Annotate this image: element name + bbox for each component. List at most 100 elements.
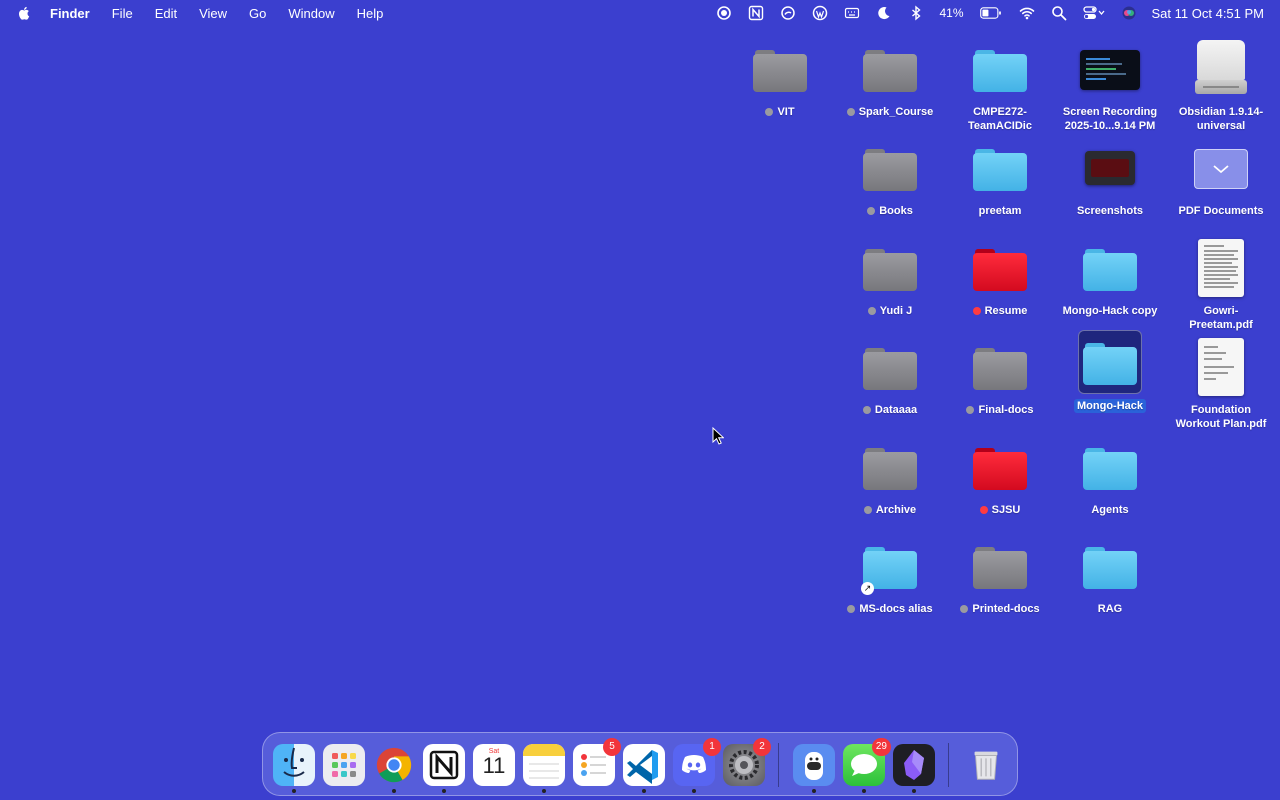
dock-finder[interactable] bbox=[273, 744, 315, 786]
dock-launchpad[interactable] bbox=[323, 744, 365, 786]
desktop-item-yudi-j[interactable]: Yudi J bbox=[835, 235, 945, 318]
desktop-item-cmpe272[interactable]: CMPE272- TeamACIDic bbox=[945, 36, 1055, 133]
notion-icon[interactable] bbox=[747, 4, 765, 22]
dock-obsidian[interactable] bbox=[893, 744, 935, 786]
desktop-item-rag[interactable]: RAG bbox=[1055, 533, 1165, 616]
item-label: Obsidian 1.9.14- bbox=[1178, 106, 1264, 118]
menu-go[interactable]: Go bbox=[249, 6, 266, 21]
running-indicator bbox=[542, 789, 546, 793]
tag-dot bbox=[979, 506, 988, 514]
dock: Sat 11 5 1 2 29 bbox=[262, 732, 1018, 796]
desktop-item-preetam[interactable]: preetam bbox=[945, 135, 1055, 218]
spotlight-search-icon[interactable] bbox=[1050, 4, 1068, 22]
menu-edit[interactable]: Edit bbox=[155, 6, 177, 21]
dock-notion[interactable] bbox=[423, 744, 465, 786]
dock-calendar[interactable]: Sat 11 bbox=[473, 744, 515, 786]
item-label: CMPE272- bbox=[973, 106, 1027, 118]
item-label: Mongo-Hack copy bbox=[1062, 305, 1158, 317]
settings-badge: 2 bbox=[753, 738, 771, 756]
tag-dot bbox=[966, 406, 975, 414]
dock-trash[interactable] bbox=[965, 744, 1007, 786]
folder-icon bbox=[968, 36, 1032, 100]
item-label: Gowri- bbox=[1203, 305, 1239, 317]
item-label-line2: Workout Plan.pdf bbox=[1175, 418, 1267, 430]
menu-app-name[interactable]: Finder bbox=[50, 6, 90, 21]
item-label-line2: 2025-10...9.14 PM bbox=[1064, 120, 1156, 132]
desktop-item-archive[interactable]: Archive bbox=[835, 434, 945, 517]
tag-dot bbox=[972, 307, 981, 315]
desktop-item-foundation-workout-pdf[interactable]: Foundation Workout Plan.pdf bbox=[1166, 334, 1276, 431]
desktop-item-printed-docs[interactable]: Printed-docs bbox=[945, 533, 1055, 616]
disk-image-icon bbox=[1189, 36, 1253, 100]
desktop-item-gowri-preetam-pdf[interactable]: Gowri- Preetam.pdf bbox=[1166, 235, 1276, 332]
item-label: VIT bbox=[777, 106, 795, 118]
finder-icon bbox=[283, 747, 305, 777]
siri-icon[interactable] bbox=[1120, 4, 1138, 22]
desktop-item-mongo-hack[interactable]: Mongo-Hack bbox=[1055, 330, 1165, 413]
item-label: Mongo-Hack bbox=[1074, 399, 1146, 413]
dock-vscode[interactable] bbox=[623, 744, 665, 786]
battery-percent[interactable]: 41% bbox=[939, 6, 963, 20]
control-center-icon[interactable] bbox=[1082, 4, 1106, 22]
focus-moon-icon[interactable] bbox=[875, 4, 893, 22]
item-label: PDF Documents bbox=[1178, 205, 1264, 217]
desktop-item-obsidian-dmg[interactable]: Obsidian 1.9.14- universal bbox=[1166, 36, 1276, 133]
item-label: Books bbox=[879, 205, 913, 217]
desktop-item-screenshots[interactable]: Screenshots bbox=[1055, 135, 1165, 218]
record-icon[interactable] bbox=[715, 4, 733, 22]
bluetooth-icon[interactable] bbox=[907, 4, 925, 22]
desktop-item-agents[interactable]: Agents bbox=[1055, 434, 1165, 517]
desktop-item-resume[interactable]: Resume bbox=[945, 235, 1055, 318]
folder-icon bbox=[968, 533, 1032, 597]
running-indicator bbox=[862, 789, 866, 793]
desktop-item-vit[interactable]: VIT bbox=[725, 36, 835, 119]
dock-messages[interactable]: 29 bbox=[843, 738, 891, 786]
dock-chrome[interactable] bbox=[373, 744, 415, 786]
folder-icon bbox=[968, 135, 1032, 199]
item-label: RAG bbox=[1097, 603, 1123, 615]
dock-system-settings[interactable]: 2 bbox=[723, 738, 771, 786]
menu-view[interactable]: View bbox=[199, 6, 227, 21]
tag-dot bbox=[863, 506, 872, 514]
menu-help[interactable]: Help bbox=[357, 6, 384, 21]
desktop-item-dataaaa[interactable]: Dataaaa bbox=[835, 334, 945, 417]
folder-icon bbox=[968, 235, 1032, 299]
dock-discord[interactable]: 1 bbox=[673, 738, 721, 786]
discord-badge: 1 bbox=[703, 738, 721, 756]
mouse-pointer-icon bbox=[712, 427, 724, 445]
desktop-item-sjsu[interactable]: SJSU bbox=[945, 434, 1055, 517]
wifi-icon[interactable] bbox=[1018, 4, 1036, 22]
folder-icon bbox=[968, 434, 1032, 498]
menu-file[interactable]: File bbox=[112, 6, 133, 21]
apple-menu-icon[interactable] bbox=[17, 5, 33, 21]
desktop-item-final-docs[interactable]: Final-docs bbox=[945, 334, 1055, 417]
desktop-item-books[interactable]: Books bbox=[835, 135, 945, 218]
wordpress-icon[interactable] bbox=[811, 4, 829, 22]
folder-icon bbox=[858, 36, 922, 100]
folder-icon bbox=[1078, 235, 1142, 299]
desktop-item-screen-recording[interactable]: Screen Recording 2025-10...9.14 PM bbox=[1055, 36, 1165, 133]
running-indicator bbox=[292, 789, 296, 793]
video-thumbnail-icon bbox=[1078, 36, 1142, 100]
reminders-badge: 5 bbox=[603, 738, 621, 756]
menu-clock[interactable]: Sat 11 Oct 4:51 PM bbox=[1152, 6, 1264, 21]
menu-window[interactable]: Window bbox=[288, 6, 334, 21]
desktop-item-mongo-hack-copy[interactable]: Mongo-Hack copy bbox=[1055, 235, 1165, 318]
dock-ollama[interactable] bbox=[793, 744, 835, 786]
sync-icon[interactable] bbox=[779, 4, 797, 22]
folder-icon bbox=[1078, 330, 1142, 394]
tag-dot bbox=[765, 108, 774, 116]
battery-icon[interactable] bbox=[978, 4, 1004, 22]
desktop-item-spark-course[interactable]: Spark_Course bbox=[835, 36, 945, 119]
desktop-item-pdf-documents[interactable]: PDF Documents bbox=[1166, 135, 1276, 218]
tag-dot bbox=[867, 307, 876, 315]
keyboard-icon[interactable] bbox=[843, 4, 861, 22]
dock-notes[interactable] bbox=[523, 744, 565, 786]
dock-reminders[interactable]: 5 bbox=[573, 738, 621, 786]
folder-icon bbox=[748, 36, 812, 100]
desktop-item-ms-docs-alias[interactable]: ↗ MS-docs alias bbox=[835, 533, 945, 616]
running-indicator bbox=[642, 789, 646, 793]
tag-dot bbox=[847, 605, 856, 613]
item-label: Dataaaa bbox=[874, 404, 918, 416]
pdf-documents-folder-icon bbox=[1189, 135, 1253, 199]
